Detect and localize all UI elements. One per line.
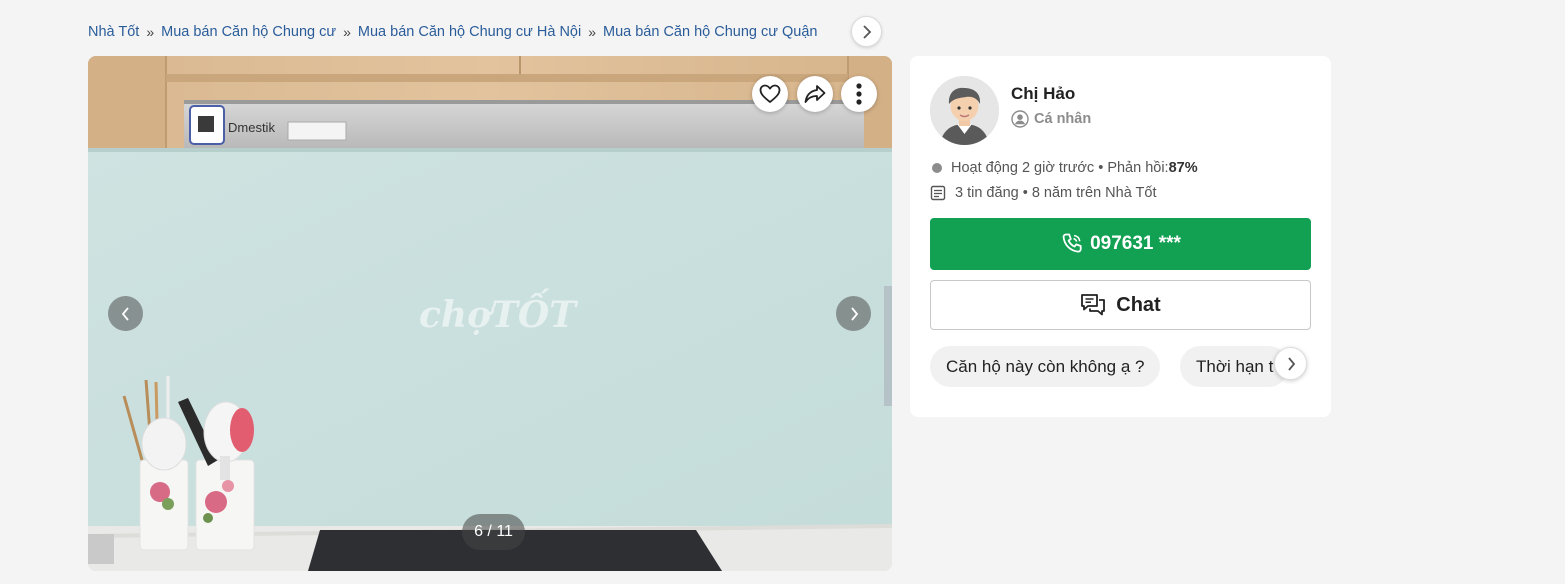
phone-number-label: 097631 *** <box>1090 233 1181 254</box>
chips-scroll-right-button[interactable] <box>1274 347 1307 380</box>
avatar[interactable] <box>930 76 999 145</box>
more-options-button[interactable] <box>841 76 877 112</box>
more-vertical-icon <box>856 83 862 105</box>
breadcrumb-item-city[interactable]: Mua bán Căn hộ Chung cư Hà Nội <box>358 24 581 40</box>
chat-label: Chat <box>1116 293 1161 316</box>
watermark: chợTỐT <box>419 294 577 336</box>
image-gallery[interactable]: Dmestik chợTỐT 6 / 11 <box>88 56 892 571</box>
seller-activity: Hoạt động 2 giờ trước • Phản hồi: 87% <box>930 160 1198 176</box>
save-favorite-button[interactable] <box>752 76 788 112</box>
seller-name[interactable]: Chị Hảo <box>1011 84 1075 104</box>
breadcrumb-scroll-right-button[interactable] <box>851 16 882 47</box>
phone-call-icon <box>1062 233 1082 253</box>
document-icon <box>930 185 946 201</box>
breadcrumb-separator: » <box>588 24 596 40</box>
next-image-button[interactable] <box>836 296 871 331</box>
chevron-left-icon <box>121 306 129 321</box>
chat-icon <box>1081 294 1106 316</box>
breadcrumb-item-category[interactable]: Mua bán Căn hộ Chung cư <box>161 24 336 40</box>
activity-text: Hoạt động 2 giờ trước • Phản hồi: <box>951 160 1169 176</box>
previous-image-button[interactable] <box>108 296 143 331</box>
response-rate: 87% <box>1168 160 1198 176</box>
status-dot-icon <box>932 163 942 173</box>
user-circle-icon <box>1011 110 1029 128</box>
share-icon <box>804 85 826 103</box>
quick-message-chip[interactable]: Căn hộ này còn không ạ ? <box>930 346 1161 387</box>
posts-text: 3 tin đăng • 8 năm trên Nhà Tốt <box>955 185 1157 201</box>
quick-message-chip[interactable]: Thời hạn t <box>1180 346 1290 387</box>
share-button[interactable] <box>797 76 833 112</box>
svg-text:Dmestik: Dmestik <box>228 120 275 135</box>
breadcrumb: Nhà Tốt » Mua bán Căn hộ Chung cư » Mua … <box>88 16 817 48</box>
chat-button[interactable]: Chat <box>930 280 1311 330</box>
image-counter: 6 / 11 <box>462 514 525 550</box>
seller-type: Cá nhân <box>1011 110 1091 128</box>
heart-icon <box>759 84 781 103</box>
show-phone-button[interactable]: 097631 *** <box>930 218 1311 270</box>
breadcrumb-item-district[interactable]: Mua bán Căn hộ Chung cư Quận <box>603 24 817 40</box>
seller-posts: 3 tin đăng • 8 năm trên Nhà Tốt <box>930 185 1157 201</box>
chevron-right-icon <box>862 24 871 39</box>
seller-type-label: Cá nhân <box>1034 111 1092 127</box>
seller-card: Chị Hảo Cá nhân Hoạt động 2 giờ trước • … <box>910 56 1331 417</box>
quick-message-chips: Căn hộ này còn không ạ ? Thời hạn t <box>930 346 1311 388</box>
avatar-image <box>930 76 999 145</box>
breadcrumb-separator: » <box>146 24 155 40</box>
breadcrumb-separator: » <box>343 24 351 40</box>
chevron-right-icon <box>1287 356 1295 371</box>
chevron-right-icon <box>850 306 858 321</box>
breadcrumb-item-home[interactable]: Nhà Tốt <box>88 24 139 40</box>
